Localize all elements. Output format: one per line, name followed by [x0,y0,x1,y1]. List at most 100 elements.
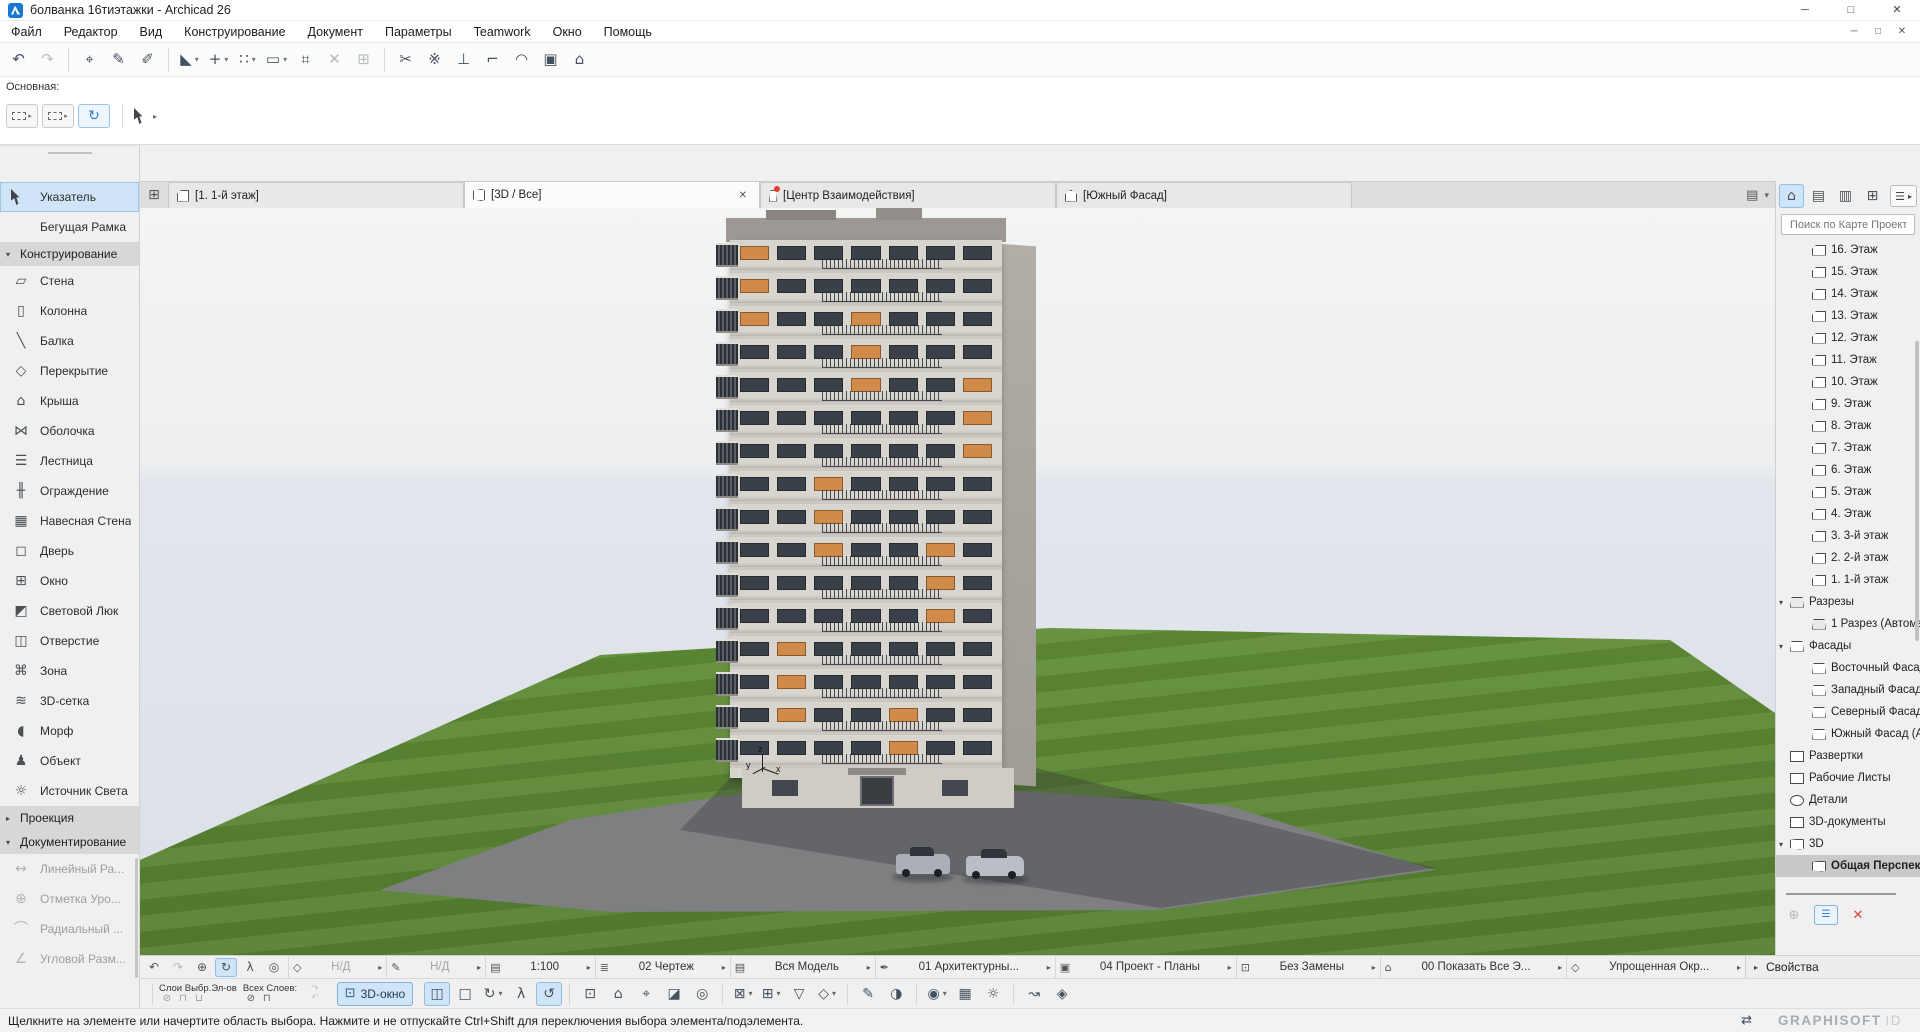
quick-option-segment[interactable]: ✒ 01 Архитектурны... ▸ [875,956,1055,978]
toolbox-item[interactable]: ╫ Ограждение [0,476,139,506]
toolbox-item[interactable]: ≋ 3D-сетка [0,686,139,716]
navigator-tree-item[interactable]: 3. 3-й этаж [1776,525,1920,547]
quick-option-segment[interactable]: ◇ Н/Д ▸ [288,956,386,978]
toolbox-item[interactable]: ↔ Линейный Ра... [0,854,139,884]
navigator-tree-item[interactable]: ▾ 3D [1776,833,1920,855]
toolbox-item[interactable]: ⌘ Зона [0,656,139,686]
camera-tripod-button[interactable]: ⌖ [633,982,659,1006]
navigator-tree-item[interactable]: 7. Этаж [1776,437,1920,459]
toolbox-scrollbar[interactable] [135,858,138,978]
menu-item[interactable]: Файл [0,21,53,43]
hide-layer-icon[interactable]: ⊘ [159,994,175,1004]
snap-grid-button[interactable]: ∷ ▾ [234,47,261,73]
cut-planes-button[interactable]: ◇ ▾ [814,982,840,1006]
toolbox-item[interactable]: ▱ Стена [0,266,139,296]
navigator-menu-button[interactable]: ☰ ▸ [1890,185,1917,207]
cutaway-button[interactable]: ◪ [661,982,687,1006]
navigator-tree-item[interactable]: 3D-документы [1776,811,1920,833]
walk-button[interactable]: λ [508,982,534,1006]
minimize-button[interactable]: ─ [1782,0,1828,21]
tab-close-icon[interactable]: ✕ [735,188,751,203]
toolbox-item[interactable]: ◫ Отверстие [0,626,139,656]
view-map-button[interactable]: ▤ [1806,184,1831,208]
back-button[interactable]: ↶ [143,958,165,977]
toolbox-item[interactable]: ☼ Источник Света [0,776,139,806]
toolbox-item[interactable]: ╲ Балка [0,326,139,356]
dropdown-arrow-icon[interactable]: ▾ [777,989,781,998]
menu-item[interactable]: Редактор [53,21,129,43]
unlock-layer-icon[interactable]: ⊔ [191,994,207,1004]
segment-arrow-icon[interactable]: ▸ [587,963,591,972]
paint-brush-button[interactable]: ✎ [855,982,881,1006]
guide-lines-button[interactable]: ◣ ▾ [176,47,203,73]
forward-button[interactable]: ↷ [167,958,189,977]
view-tab[interactable]: [3D / Все] ✕ [464,181,760,208]
add-view-button[interactable]: ⊕ [1782,905,1806,925]
teamwork-sync-icon[interactable]: ⇄ [1741,1014,1752,1027]
toolbox-item[interactable]: ◇ Перекрытие [0,356,139,386]
navigator-tree-item[interactable]: Северный Фасад (А [1776,701,1920,723]
navigator-tree-item[interactable]: 16. Этаж [1776,239,1920,261]
navigator-tree-item[interactable]: 1 Разрез (Автомати [1776,613,1920,635]
toolbox-item[interactable]: Бегущая Рамка [0,212,139,242]
mdi-close-button[interactable]: ✕ [1890,21,1914,43]
navigator-tree-item[interactable]: 12. Этаж [1776,327,1920,349]
layout-book-button[interactable]: ▥ [1833,184,1858,208]
render-preview-button[interactable]: ▦ [952,982,978,1006]
cloud-folder-icon[interactable]: ▤ [1746,189,1758,202]
navigator-tree-item[interactable]: 6. Этаж [1776,459,1920,481]
publisher-button[interactable]: ⊞ [1860,184,1885,208]
toolbox-drag-handle[interactable] [48,152,92,154]
navigator-tree-item[interactable]: Детали [1776,789,1920,811]
menu-item[interactable]: Teamwork [463,21,542,43]
toolbox-item[interactable]: ▾ Документирование [0,830,139,854]
resize-button[interactable]: ▣ [537,47,564,73]
stretch-button[interactable]: ✕ [321,47,348,73]
funnel-button[interactable]: ▽ [786,982,812,1006]
dropdown-arrow-icon[interactable]: ▾ [943,989,947,998]
surface-painter-button[interactable]: ◑ [883,982,909,1006]
segment-arrow-icon[interactable]: ▸ [867,963,871,972]
segment-arrow-icon[interactable]: ▸ [1737,963,1741,972]
show-all-layers-icon[interactable]: ⊘ [243,994,259,1004]
mdi-minimize-button[interactable]: ─ [1842,21,1866,43]
pickup-parameters-button[interactable]: ✎ [105,47,132,73]
quick-option-segment[interactable]: ≣ 02 Чертеж ▸ [595,956,730,978]
navigator-tree-item[interactable]: 1. 1-й этаж [1776,569,1920,591]
quick-option-segment[interactable]: ⌂ 00 Показать Все Э... ▸ [1380,956,1566,978]
menu-item[interactable]: Параметры [374,21,463,43]
menu-item[interactable]: Конструирование [173,21,296,43]
navigator-tree-item[interactable]: ▾ Разрезы [1776,591,1920,613]
toolbox-item[interactable]: ▦ Навесная Стена [0,506,139,536]
toolbox-item[interactable]: ◩ Световой Люк [0,596,139,626]
toolbox-item[interactable]: ◻ Дверь [0,536,139,566]
undo-button[interactable]: ↶ [5,47,32,73]
segment-arrow-icon[interactable]: ▸ [1372,963,1376,972]
close-button[interactable]: ✕ [1874,0,1920,21]
dropdown-arrow-icon[interactable]: ▾ [224,55,228,64]
view-tab[interactable]: [Южный Фасад] [1056,182,1352,208]
lens-button[interactable]: ◎ [689,982,715,1006]
undo-layers-icon[interactable]: ↶ [311,994,319,1003]
orbit-button[interactable]: ↻ ▾ [480,982,506,1006]
view-tab[interactable]: [Центр Взаимодействия] [760,182,1056,208]
navigator-tree-item[interactable]: 4. Этаж [1776,503,1920,525]
toolbox-item[interactable]: Указатель [0,182,139,212]
search-input[interactable] [1788,218,1908,232]
segment-arrow-icon[interactable]: ▸ [477,963,481,972]
mdi-restore-button[interactable]: □ [1866,21,1890,43]
orbit-mode-button[interactable]: ↺ [536,982,562,1006]
sun-study-button[interactable]: ☼ [980,982,1006,1006]
navigator-tree-item[interactable]: ▾ Фасады [1776,635,1920,657]
white-model-button[interactable]: ◈ [1049,982,1075,1006]
quick-option-segment[interactable]: ⊡ Без Замены ▸ [1236,956,1380,978]
quick-option-segment[interactable]: ▣ 04 Проект - Планы ▸ [1055,956,1236,978]
extend-button[interactable]: ⊥ [450,47,477,73]
orbit-button[interactable]: ↻ [215,958,237,977]
marquee-effect-button[interactable]: ▸ [42,104,74,128]
toolbox-item[interactable]: ☰ Лестница [0,446,139,476]
axonometry-button[interactable]: □ [452,982,478,1006]
quick-option-segment[interactable]: ▤ 1:100 ▸ [485,956,595,978]
view-settings-button[interactable]: ☰ [1814,905,1838,925]
dropdown-arrow-icon[interactable]: ▾ [749,989,753,998]
